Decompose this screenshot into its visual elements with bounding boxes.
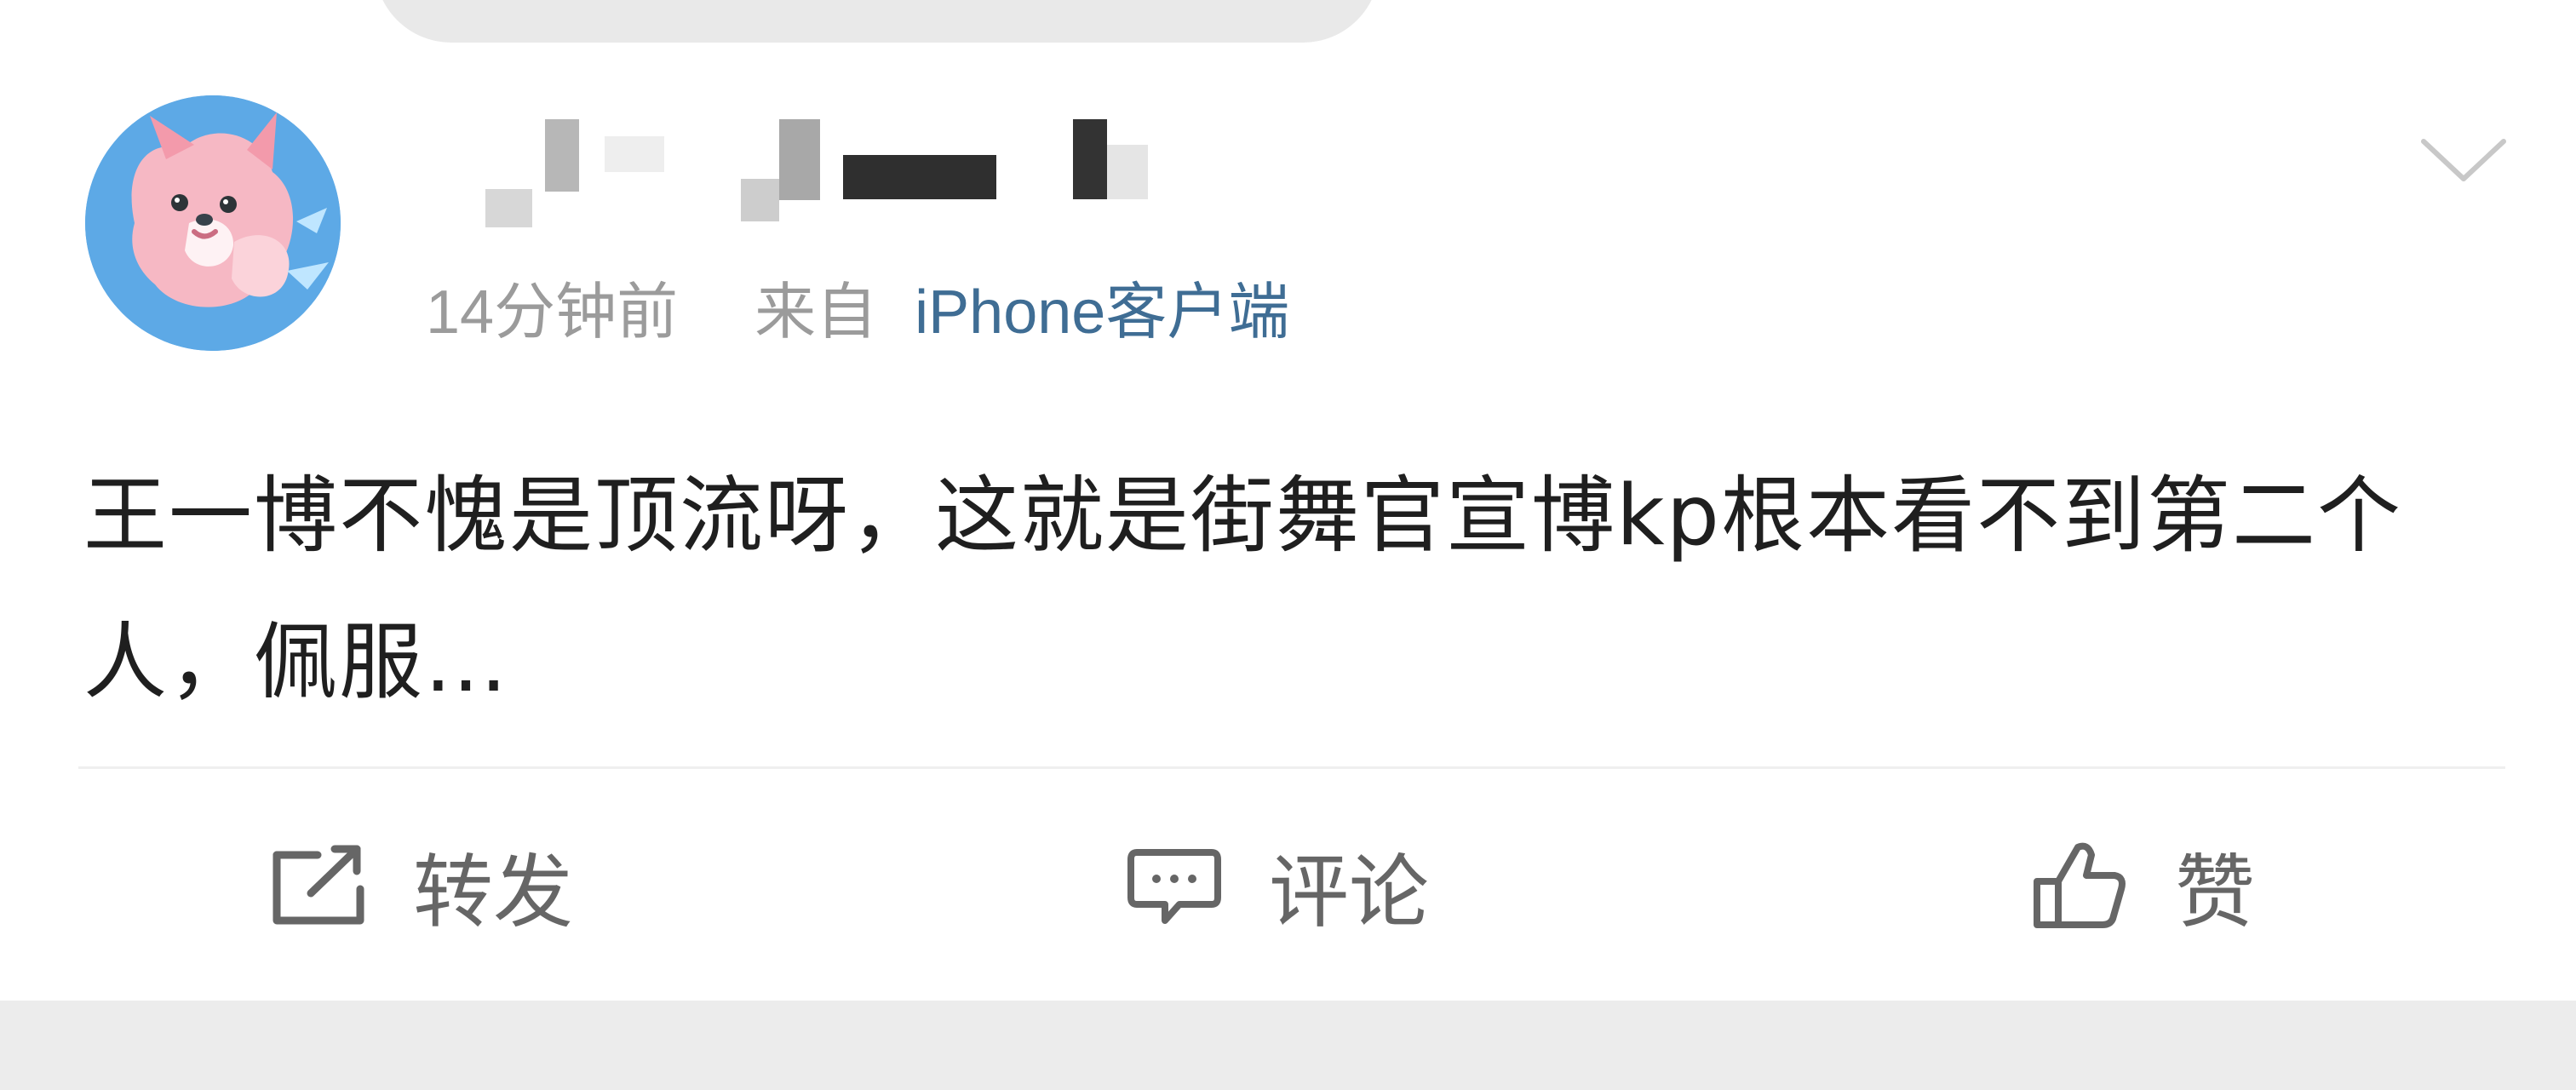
post-card: 14分钟前 来自 iPhone客户端 王一博不愧是顶流呀，这就是街舞官宣博kp根…	[0, 0, 2576, 1001]
weibo-post-screenshot: 14分钟前 来自 iPhone客户端 王一博不愧是顶流呀，这就是街舞官宣博kp根…	[0, 0, 2576, 1090]
like-label: 赞	[2175, 846, 2256, 939]
post-divider	[78, 766, 2505, 769]
source-link[interactable]: iPhone客户端	[915, 278, 1289, 347]
chevron-down-icon[interactable]	[2417, 129, 2510, 189]
comment-icon	[1127, 849, 1221, 924]
share-icon	[273, 845, 364, 925]
comment-label: 评论	[1269, 846, 1430, 939]
top-background-shadow	[375, 0, 1380, 43]
post-meta: 14分钟前 来自 iPhone客户端	[426, 274, 1289, 351]
user-avatar[interactable]	[85, 95, 341, 351]
like-button[interactable]: 赞	[2028, 835, 2255, 939]
bottom-separator-band	[0, 1001, 2576, 1090]
source-prefix: 来自	[754, 278, 878, 347]
repost-button[interactable]: 转发	[268, 835, 573, 939]
post-time: 14分钟前	[426, 278, 679, 347]
pink-fox-avatar-icon	[85, 95, 341, 351]
thumbs-up-icon	[2034, 842, 2126, 928]
repost-label: 转发	[413, 846, 574, 939]
blurred-username[interactable]	[485, 119, 1150, 230]
post-content: 王一博不愧是顶流呀，这就是街舞官宣博kp根本看不到第二个人，佩服…	[83, 468, 2402, 711]
comment-button[interactable]: 评论	[1124, 835, 1429, 939]
